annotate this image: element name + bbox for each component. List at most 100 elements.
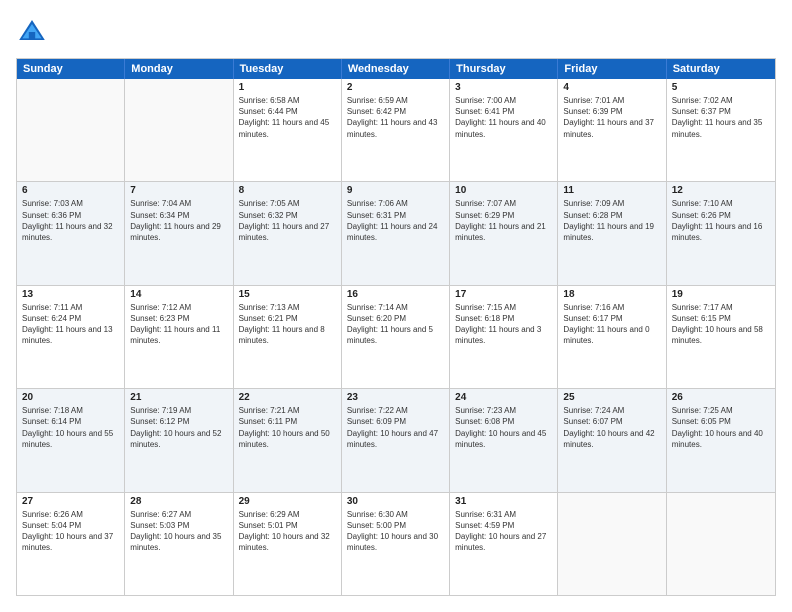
day-info: Sunrise: 7:23 AM Sunset: 6:08 PM Dayligh… bbox=[455, 405, 552, 450]
day-cell: 11Sunrise: 7:09 AM Sunset: 6:28 PM Dayli… bbox=[558, 182, 666, 284]
week-row: 13 Sunrise: 7:11 AM Sunset: 6:24 PM Dayli… bbox=[17, 286, 775, 389]
day-number: 21 bbox=[130, 392, 227, 403]
day-cell bbox=[125, 79, 233, 181]
day-info: Sunrise: 6:59 AM Sunset: 6:42 PM Dayligh… bbox=[347, 95, 444, 140]
day-info: Sunrise: 7:21 AM Sunset: 6:11 PM Dayligh… bbox=[239, 405, 336, 450]
day-number: 15 bbox=[239, 289, 336, 300]
day-info: Sunrise: 7:19 AM Sunset: 6:12 PM Dayligh… bbox=[130, 405, 227, 450]
day-header: Saturday bbox=[667, 59, 775, 79]
day-number: 25 bbox=[563, 392, 660, 403]
day-number: 31 bbox=[455, 496, 552, 507]
day-cell: 24Sunrise: 7:23 AM Sunset: 6:08 PM Dayli… bbox=[450, 389, 558, 491]
day-info: Sunrise: 7:15 AM Sunset: 6:18 PM Dayligh… bbox=[455, 302, 552, 347]
day-cell: 15Sunrise: 7:13 AM Sunset: 6:21 PM Dayli… bbox=[234, 286, 342, 388]
day-info: Sunrise: 7:11 AM Sunset: 6:24 PM Dayligh… bbox=[22, 302, 119, 347]
day-number: 14 bbox=[130, 289, 227, 300]
day-number: 29 bbox=[239, 496, 336, 507]
day-info: Sunrise: 7:24 AM Sunset: 6:07 PM Dayligh… bbox=[563, 405, 660, 450]
day-number: 30 bbox=[347, 496, 444, 507]
day-info: Sunrise: 7:04 AM Sunset: 6:34 PM Dayligh… bbox=[130, 198, 227, 243]
day-cell: 19 Sunrise: 7:17 AM Sunset: 6:15 PM Dayli… bbox=[667, 286, 775, 388]
day-info: Sunrise: 7:12 AM Sunset: 6:23 PM Dayligh… bbox=[130, 302, 227, 347]
day-cell: 14 Sunrise: 7:12 AM Sunset: 6:23 PM Dayli… bbox=[125, 286, 233, 388]
day-info: Sunrise: 6:26 AM Sunset: 5:04 PM Dayligh… bbox=[22, 509, 119, 554]
page: SundayMondayTuesdayWednesdayThursdayFrid… bbox=[0, 0, 792, 612]
logo-icon bbox=[16, 16, 48, 48]
day-info: Sunrise: 6:58 AM Sunset: 6:44 PM Dayligh… bbox=[239, 95, 336, 140]
day-cell: 26Sunrise: 7:25 AM Sunset: 6:05 PM Dayli… bbox=[667, 389, 775, 491]
day-number: 7 bbox=[130, 185, 227, 196]
day-cell: 7 Sunrise: 7:04 AM Sunset: 6:34 PM Daylig… bbox=[125, 182, 233, 284]
day-cell: 20 Sunrise: 7:18 AM Sunset: 6:14 PM Dayli… bbox=[17, 389, 125, 491]
day-header: Sunday bbox=[17, 59, 125, 79]
day-cell: 30 Sunrise: 6:30 AM Sunset: 5:00 PM Dayli… bbox=[342, 493, 450, 595]
day-info: Sunrise: 7:01 AM Sunset: 6:39 PM Dayligh… bbox=[563, 95, 660, 140]
day-header: Friday bbox=[558, 59, 666, 79]
day-number: 22 bbox=[239, 392, 336, 403]
calendar-body: 1 Sunrise: 6:58 AM Sunset: 6:44 PM Daylig… bbox=[17, 79, 775, 595]
day-info: Sunrise: 7:07 AM Sunset: 6:29 PM Dayligh… bbox=[455, 198, 552, 243]
day-number: 23 bbox=[347, 392, 444, 403]
day-info: Sunrise: 6:30 AM Sunset: 5:00 PM Dayligh… bbox=[347, 509, 444, 554]
day-number: 12 bbox=[672, 185, 770, 196]
day-number: 8 bbox=[239, 185, 336, 196]
day-number: 17 bbox=[455, 289, 552, 300]
day-number: 6 bbox=[22, 185, 119, 196]
day-header: Thursday bbox=[450, 59, 558, 79]
day-number: 3 bbox=[455, 82, 552, 93]
week-row: 6 Sunrise: 7:03 AM Sunset: 6:36 PM Daylig… bbox=[17, 182, 775, 285]
day-cell: 29 Sunrise: 6:29 AM Sunset: 5:01 PM Dayli… bbox=[234, 493, 342, 595]
day-cell: 22 Sunrise: 7:21 AM Sunset: 6:11 PM Dayli… bbox=[234, 389, 342, 491]
day-info: Sunrise: 7:17 AM Sunset: 6:15 PM Dayligh… bbox=[672, 302, 770, 347]
day-number: 1 bbox=[239, 82, 336, 93]
day-number: 5 bbox=[672, 82, 770, 93]
day-cell: 12 Sunrise: 7:10 AM Sunset: 6:26 PM Dayli… bbox=[667, 182, 775, 284]
day-cell: 5Sunrise: 7:02 AM Sunset: 6:37 PM Daylig… bbox=[667, 79, 775, 181]
day-number: 4 bbox=[563, 82, 660, 93]
day-info: Sunrise: 7:09 AM Sunset: 6:28 PM Dayligh… bbox=[563, 198, 660, 243]
day-number: 9 bbox=[347, 185, 444, 196]
day-info: Sunrise: 7:25 AM Sunset: 6:05 PM Dayligh… bbox=[672, 405, 770, 450]
day-cell: 25 Sunrise: 7:24 AM Sunset: 6:07 PM Dayli… bbox=[558, 389, 666, 491]
day-cell: 8Sunrise: 7:05 AM Sunset: 6:32 PM Daylig… bbox=[234, 182, 342, 284]
day-info: Sunrise: 7:03 AM Sunset: 6:36 PM Dayligh… bbox=[22, 198, 119, 243]
day-info: Sunrise: 6:29 AM Sunset: 5:01 PM Dayligh… bbox=[239, 509, 336, 554]
day-cell bbox=[558, 493, 666, 595]
day-number: 2 bbox=[347, 82, 444, 93]
calendar: SundayMondayTuesdayWednesdayThursdayFrid… bbox=[16, 58, 776, 596]
day-number: 13 bbox=[22, 289, 119, 300]
day-number: 19 bbox=[672, 289, 770, 300]
day-number: 20 bbox=[22, 392, 119, 403]
day-header: Monday bbox=[125, 59, 233, 79]
day-cell: 23 Sunrise: 7:22 AM Sunset: 6:09 PM Dayli… bbox=[342, 389, 450, 491]
day-cell: 21 Sunrise: 7:19 AM Sunset: 6:12 PM Dayli… bbox=[125, 389, 233, 491]
day-info: Sunrise: 7:16 AM Sunset: 6:17 PM Dayligh… bbox=[563, 302, 660, 347]
day-info: Sunrise: 7:22 AM Sunset: 6:09 PM Dayligh… bbox=[347, 405, 444, 450]
day-header: Tuesday bbox=[234, 59, 342, 79]
day-cell: 16 Sunrise: 7:14 AM Sunset: 6:20 PM Dayli… bbox=[342, 286, 450, 388]
day-header: Wednesday bbox=[342, 59, 450, 79]
day-info: Sunrise: 7:06 AM Sunset: 6:31 PM Dayligh… bbox=[347, 198, 444, 243]
day-info: Sunrise: 6:31 AM Sunset: 4:59 PM Dayligh… bbox=[455, 509, 552, 554]
day-number: 18 bbox=[563, 289, 660, 300]
day-info: Sunrise: 7:14 AM Sunset: 6:20 PM Dayligh… bbox=[347, 302, 444, 347]
day-cell: 3 Sunrise: 7:00 AM Sunset: 6:41 PM Daylig… bbox=[450, 79, 558, 181]
week-row: 20 Sunrise: 7:18 AM Sunset: 6:14 PM Dayli… bbox=[17, 389, 775, 492]
day-number: 28 bbox=[130, 496, 227, 507]
day-cell: 6 Sunrise: 7:03 AM Sunset: 6:36 PM Daylig… bbox=[17, 182, 125, 284]
day-info: Sunrise: 7:10 AM Sunset: 6:26 PM Dayligh… bbox=[672, 198, 770, 243]
week-row: 27Sunrise: 6:26 AM Sunset: 5:04 PM Dayli… bbox=[17, 493, 775, 595]
day-cell: 13 Sunrise: 7:11 AM Sunset: 6:24 PM Dayli… bbox=[17, 286, 125, 388]
day-info: Sunrise: 6:27 AM Sunset: 5:03 PM Dayligh… bbox=[130, 509, 227, 554]
day-cell: 31 Sunrise: 6:31 AM Sunset: 4:59 PM Dayli… bbox=[450, 493, 558, 595]
day-number: 16 bbox=[347, 289, 444, 300]
day-cell: 4 Sunrise: 7:01 AM Sunset: 6:39 PM Daylig… bbox=[558, 79, 666, 181]
day-info: Sunrise: 7:18 AM Sunset: 6:14 PM Dayligh… bbox=[22, 405, 119, 450]
day-cell: 18 Sunrise: 7:16 AM Sunset: 6:17 PM Dayli… bbox=[558, 286, 666, 388]
day-cell: 9 Sunrise: 7:06 AM Sunset: 6:31 PM Daylig… bbox=[342, 182, 450, 284]
day-cell: 28 Sunrise: 6:27 AM Sunset: 5:03 PM Dayli… bbox=[125, 493, 233, 595]
logo bbox=[16, 16, 52, 48]
day-cell: 2 Sunrise: 6:59 AM Sunset: 6:42 PM Daylig… bbox=[342, 79, 450, 181]
day-info: Sunrise: 7:00 AM Sunset: 6:41 PM Dayligh… bbox=[455, 95, 552, 140]
day-cell: 17 Sunrise: 7:15 AM Sunset: 6:18 PM Dayli… bbox=[450, 286, 558, 388]
